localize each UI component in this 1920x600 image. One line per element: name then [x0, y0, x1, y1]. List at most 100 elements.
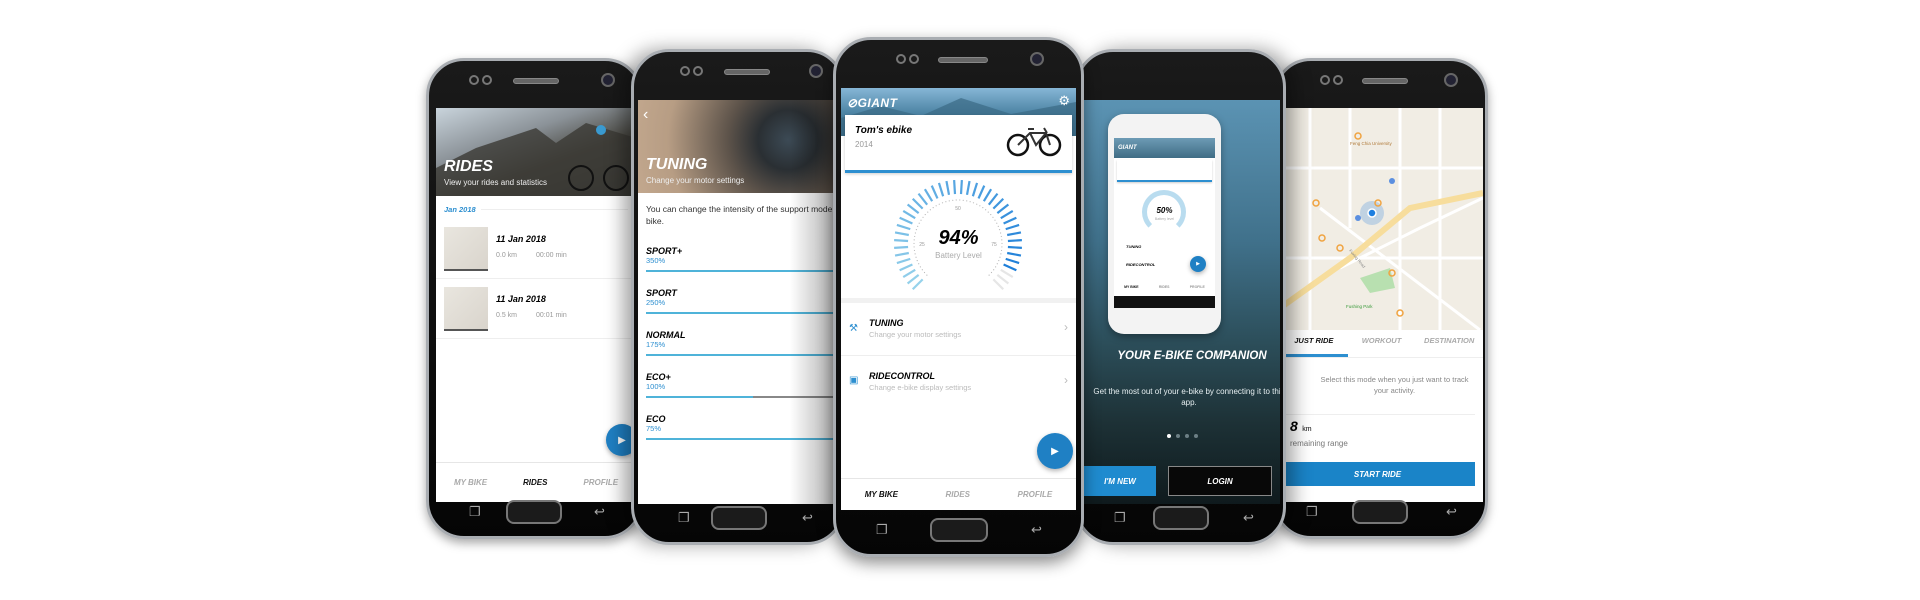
- gauge-tick: [917, 192, 929, 206]
- back-icon[interactable]: ↩: [1446, 505, 1457, 518]
- giant-logo-mark: ⊘: [847, 96, 858, 110]
- back-chevron-icon[interactable]: ‹: [643, 106, 648, 124]
- rides-title: RIDES: [444, 158, 493, 175]
- recent-apps-icon[interactable]: ❐: [469, 505, 481, 518]
- menu-item-ridecontrol[interactable]: ▣ RIDECONTROL Change e-bike display sett…: [841, 357, 1076, 409]
- tuning-subtitle: Change your motor settings: [646, 176, 745, 185]
- menu-item-tuning[interactable]: ⚒ TUNING Change your motor settings ›: [841, 304, 1076, 356]
- recent-apps-icon[interactable]: ❐: [876, 523, 888, 536]
- range-label: remaining range: [1290, 439, 1348, 448]
- gauge-inner-dot: [959, 199, 961, 201]
- onboarding-text: Get the most out of your e-bike by conne…: [1093, 387, 1280, 407]
- gauge-inner-dot: [921, 269, 923, 271]
- home-button[interactable]: [506, 500, 562, 524]
- gauge-inner-dot: [992, 216, 994, 218]
- login-button[interactable]: LOGIN: [1168, 466, 1272, 496]
- phone-my-bike: ⊘GIANT ⚙ Tom's ebike 2014 25 50 75 94% Bat…: [833, 37, 1084, 557]
- gauge-tick: [953, 180, 957, 195]
- display-icon: ▣: [849, 375, 859, 386]
- gauge-tick: [899, 263, 913, 272]
- ride-row[interactable]: 11 Jan 2018 0.0 km 00:00 min: [436, 221, 636, 279]
- sensor-icon: [896, 54, 919, 64]
- gauge-tick: [992, 278, 1005, 291]
- camera-icon: [1444, 73, 1458, 87]
- home-button[interactable]: [1153, 506, 1209, 530]
- gauge-inner-dot: [918, 263, 920, 265]
- sensor-icon: [469, 75, 492, 85]
- mode-description: Select this mode when you just want to t…: [1320, 375, 1469, 395]
- gauge-inner-dot: [962, 199, 964, 201]
- back-icon[interactable]: ↩: [802, 511, 813, 524]
- recent-apps-icon[interactable]: ❐: [1114, 511, 1126, 524]
- back-icon[interactable]: ↩: [1031, 523, 1042, 536]
- page-dot[interactable]: [1184, 434, 1189, 438]
- gauge-inner-dot: [990, 271, 993, 274]
- start-ride-button[interactable]: START RIDE: [1280, 462, 1475, 486]
- gauge-tick: [982, 188, 993, 202]
- gauge-tick: [965, 180, 971, 196]
- speaker-grill: [513, 78, 559, 84]
- gear-icon[interactable]: ⚙: [1058, 93, 1070, 109]
- gauge-inner-dot: [990, 213, 992, 216]
- bottom-nav: MY BIKE RIDES PROFILE: [841, 478, 1076, 510]
- mini-screen: GIANT 50% Battery level TUNING RIDECONTR…: [1114, 138, 1215, 308]
- im-new-button[interactable]: I'M NEW: [1084, 466, 1156, 496]
- gauge-tick: [987, 192, 999, 206]
- map-label: Fushing Park: [1346, 304, 1373, 309]
- onboarding-title: YOUR E-BIKE COMPANION: [1117, 350, 1267, 362]
- gauge-inner-dot: [924, 213, 926, 216]
- ride-row[interactable]: 11 Jan 2018 0.5 km 00:01 min: [436, 281, 636, 339]
- mini-nav-item: PROFILE: [1189, 285, 1205, 289]
- ride-duration: 00:00 min: [536, 252, 567, 259]
- gauge-inner-dot: [985, 209, 987, 211]
- page-dot[interactable]: [1166, 434, 1171, 438]
- rides-screen: RIDES View your rides and statistics Jan…: [436, 108, 636, 502]
- tab-destination[interactable]: DESTINATION: [1415, 336, 1483, 357]
- map-view[interactable]: Feng Chia University Fushing Park Fuxing…: [1280, 108, 1483, 332]
- section-divider: [841, 298, 1076, 303]
- nav-profile[interactable]: PROFILE: [583, 478, 618, 487]
- tab-workout[interactable]: WORKOUT: [1348, 336, 1416, 357]
- divider: [481, 209, 628, 210]
- home-button[interactable]: [711, 506, 767, 530]
- phone-start-ride: Feng Chia University Fushing Park Fuxing…: [1273, 58, 1488, 539]
- gauge-inner-dot: [948, 200, 950, 202]
- play-icon: ▶: [1051, 445, 1059, 457]
- page-dot[interactable]: [1193, 434, 1198, 438]
- speaker-grill: [724, 69, 770, 75]
- page-dot[interactable]: [1175, 434, 1180, 438]
- tab-just-ride[interactable]: JUST RIDE: [1280, 336, 1348, 357]
- back-icon[interactable]: ↩: [1243, 511, 1254, 524]
- home-button[interactable]: [930, 518, 988, 542]
- nav-rides[interactable]: RIDES: [523, 478, 547, 487]
- gauge-tick: [1000, 268, 1014, 279]
- nav-rides[interactable]: RIDES: [946, 490, 970, 499]
- nav-profile[interactable]: PROFILE: [1018, 490, 1053, 499]
- gauge-tick: [959, 180, 963, 195]
- gauge-inner-dot: [995, 266, 997, 268]
- gauge-inner-dot: [996, 263, 998, 265]
- recent-apps-icon[interactable]: ❐: [1306, 505, 1318, 518]
- menu-title: TUNING: [869, 318, 904, 328]
- home-button[interactable]: [1352, 500, 1408, 524]
- page-indicator[interactable]: [1084, 434, 1280, 438]
- recent-apps-icon[interactable]: ❐: [678, 511, 690, 524]
- my-bike-screen: ⊘GIANT ⚙ Tom's ebike 2014 25 50 75 94% Bat…: [841, 88, 1076, 510]
- gauge-inner-dot: [920, 219, 922, 221]
- gauge-tick: [992, 197, 1005, 210]
- gauge-inner-dot: [932, 207, 934, 209]
- back-icon[interactable]: ↩: [594, 505, 605, 518]
- mini-fab: ▶: [1190, 256, 1206, 272]
- nav-my-bike[interactable]: MY BIKE: [454, 478, 487, 487]
- bike-card[interactable]: Tom's ebike 2014: [845, 115, 1072, 173]
- nav-my-bike[interactable]: MY BIKE: [865, 490, 898, 499]
- bike-name: Tom's ebike: [855, 125, 913, 136]
- menu-title: RIDECONTROL: [869, 371, 935, 381]
- start-ride-fab[interactable]: ▶: [1037, 433, 1073, 469]
- gauge-inner-dot: [941, 202, 944, 204]
- gauge-tick: [902, 209, 916, 220]
- gauge-tick: [911, 278, 924, 291]
- gauge-inner-dot: [935, 205, 937, 207]
- ride-map-thumbnail: [444, 287, 488, 331]
- play-icon: ▶: [618, 434, 626, 446]
